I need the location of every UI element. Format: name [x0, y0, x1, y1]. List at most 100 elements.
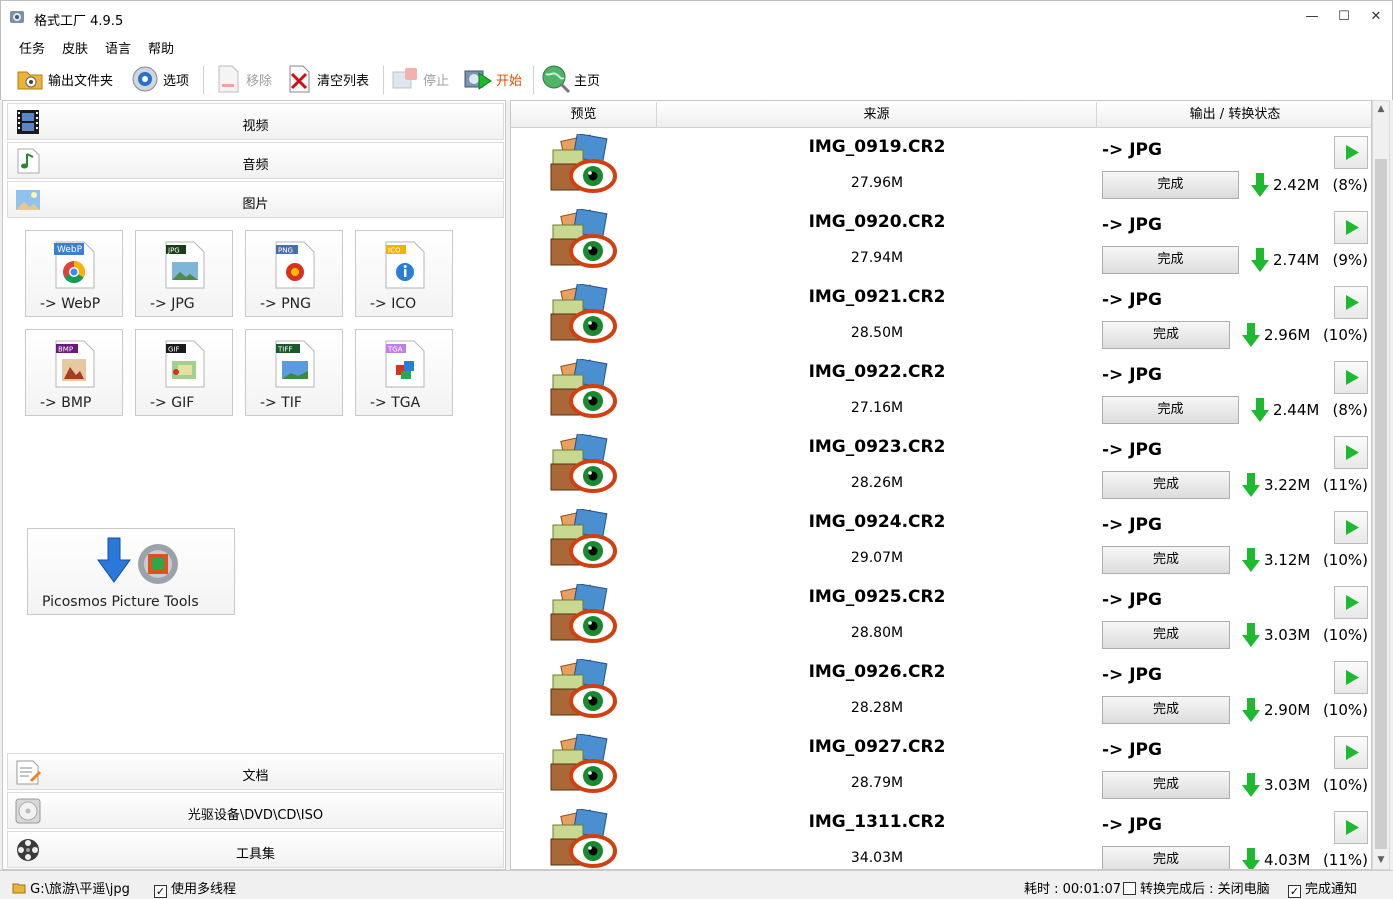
play-button[interactable]	[1334, 436, 1368, 469]
vertical-scrollbar[interactable]: ▲ ▼	[1372, 100, 1390, 870]
scroll-down-icon[interactable]: ▼	[1373, 852, 1389, 869]
task-row[interactable]: IMG_0923.CR2 28.26M -> JPG 完成 3.22M (11%)	[511, 430, 1371, 505]
shutdown-checkbox[interactable]: 转换完成后 : 关闭电脑	[1123, 878, 1270, 897]
menu-language[interactable]: 语言	[105, 38, 131, 57]
category-document[interactable]: 文档	[7, 753, 504, 790]
task-row[interactable]: IMG_1311.CR2 34.03M -> JPG 完成 4.03M (11%)	[511, 805, 1371, 869]
output-size: 3.22M	[1264, 476, 1311, 494]
category-video[interactable]: 视频	[7, 103, 504, 140]
task-row[interactable]: IMG_0927.CR2 28.79M -> JPG 完成 3.03M (10%)	[511, 730, 1371, 805]
column-preview[interactable]: 预览	[511, 102, 657, 128]
play-button[interactable]	[1334, 661, 1368, 694]
play-button[interactable]	[1334, 286, 1368, 319]
column-source[interactable]: 来源	[657, 102, 1097, 128]
output-path[interactable]: G:\旅游\平遥\jpg	[12, 878, 130, 897]
output-path-text: G:\旅游\平遥\jpg	[30, 882, 130, 897]
picosmos-tools-tile[interactable]: Picosmos Picture Tools	[27, 528, 235, 615]
task-row[interactable]: IMG_0920.CR2 27.94M -> JPG 完成 2.74M (9%)	[511, 205, 1371, 280]
format-tile-tif[interactable]: TIFF -> TIF	[245, 329, 343, 416]
clear-list-button[interactable]: 清空列表	[284, 62, 369, 96]
source-filename: IMG_0927.CR2	[808, 737, 946, 757]
play-button[interactable]	[1334, 736, 1368, 769]
task-row[interactable]: IMG_0925.CR2 28.80M -> JPG 完成 3.03M (10%)	[511, 580, 1371, 655]
compression-ratio: (10%)	[1322, 701, 1368, 719]
category-disc[interactable]: 光驱设备\DVD\CD\ISO	[7, 792, 504, 829]
toolbar-divider	[533, 66, 534, 94]
remove-button[interactable]: 移除	[213, 62, 272, 96]
remove-label: 移除	[246, 73, 273, 89]
start-button[interactable]: 开始	[463, 62, 522, 96]
source-size: 28.79M	[850, 775, 904, 791]
task-row[interactable]: IMG_0921.CR2 28.50M -> JPG 完成 2.96M (10%)	[511, 280, 1371, 355]
task-row[interactable]: IMG_0926.CR2 28.28M -> JPG 完成 2.90M (10%)	[511, 655, 1371, 730]
scroll-up-icon[interactable]: ▲	[1373, 101, 1389, 118]
svg-text:WebP: WebP	[57, 245, 83, 255]
menu-skin[interactable]: 皮肤	[62, 38, 88, 57]
toolbar-divider	[203, 66, 204, 94]
source-size: 28.26M	[850, 475, 904, 491]
maximize-button[interactable]: ☐	[1334, 7, 1354, 27]
picosmos-label: Picosmos Picture Tools	[42, 594, 199, 610]
ico-file-icon: ICO	[385, 241, 425, 289]
source-filename: IMG_0922.CR2	[808, 362, 946, 382]
status-button[interactable]: 完成	[1102, 471, 1230, 499]
category-tools[interactable]: 工具集	[7, 831, 504, 868]
format-tile-jpg[interactable]: JPG -> JPG	[135, 230, 233, 317]
output-size: 3.03M	[1264, 776, 1311, 794]
picosmos-thumbnail-icon	[550, 509, 617, 568]
category-picture[interactable]: 图片	[7, 181, 504, 218]
home-button[interactable]: 主页	[541, 62, 600, 96]
source-size: 34.03M	[850, 850, 904, 866]
menu-task[interactable]: 任务	[19, 38, 45, 57]
play-button[interactable]	[1334, 811, 1368, 844]
play-button[interactable]	[1334, 586, 1368, 619]
close-button[interactable]: ✕	[1366, 7, 1386, 27]
compression-ratio: (9%)	[1332, 251, 1368, 269]
status-button[interactable]: 完成	[1102, 321, 1230, 349]
menu-help[interactable]: 帮助	[148, 38, 174, 57]
format-tile-png[interactable]: PNG -> PNG	[245, 230, 343, 317]
minimize-button[interactable]: —	[1302, 7, 1322, 27]
stop-button[interactable]: 停止	[390, 62, 449, 96]
clear-list-label: 清空列表	[317, 73, 370, 89]
scroll-thumb[interactable]	[1375, 159, 1387, 849]
format-tile-ico[interactable]: ICO -> ICO	[355, 230, 453, 317]
source-filename: IMG_0920.CR2	[808, 212, 946, 232]
task-row[interactable]: IMG_0919.CR2 27.96M -> JPG 完成 2.42M (8%)	[511, 130, 1371, 205]
clear-list-icon	[284, 64, 314, 94]
status-button[interactable]: 完成	[1102, 621, 1230, 649]
output-format: -> JPG	[1102, 290, 1162, 310]
status-button[interactable]: 完成	[1102, 246, 1239, 274]
format-tile-bmp[interactable]: BMP -> BMP	[25, 329, 123, 416]
status-button[interactable]: 完成	[1102, 171, 1239, 199]
format-tile-webp[interactable]: WebP -> WebP	[25, 230, 123, 317]
source-size: 28.50M	[850, 325, 904, 341]
notify-checkbox[interactable]: ✓ 完成通知	[1288, 878, 1357, 898]
status-button[interactable]: 完成	[1102, 771, 1230, 799]
format-tile-tga[interactable]: TGA -> TGA	[355, 329, 453, 416]
window-title: 格式工厂 4.9.5	[34, 14, 124, 29]
multithread-checkbox[interactable]: ✓ 使用多线程	[154, 878, 236, 898]
play-button[interactable]	[1334, 211, 1368, 244]
output-folder-button[interactable]: 输出文件夹	[15, 62, 113, 96]
play-button[interactable]	[1334, 511, 1368, 544]
status-button[interactable]: 完成	[1102, 546, 1230, 574]
status-button[interactable]: 完成	[1102, 696, 1230, 724]
category-audio[interactable]: 音频	[7, 142, 504, 179]
status-button[interactable]: 完成	[1102, 396, 1239, 424]
status-button[interactable]: 完成	[1102, 846, 1230, 869]
column-output[interactable]: 输出 / 转换状态	[1097, 102, 1371, 128]
play-icon	[1346, 745, 1359, 760]
play-icon	[1346, 670, 1359, 685]
format-tile-gif[interactable]: GIF -> GIF	[135, 329, 233, 416]
output-size: 2.90M	[1264, 701, 1311, 719]
options-button[interactable]: 选项	[130, 62, 189, 96]
play-button[interactable]	[1334, 361, 1368, 394]
task-row[interactable]: IMG_0922.CR2 27.16M -> JPG 完成 2.44M (8%)	[511, 355, 1371, 430]
play-button[interactable]	[1334, 136, 1368, 169]
category-disc-label: 光驱设备\DVD\CD\ISO	[187, 808, 324, 823]
source-size: 28.28M	[850, 700, 904, 716]
checkmark-icon: ✓	[154, 885, 167, 898]
task-row[interactable]: IMG_0924.CR2 29.07M -> JPG 完成 3.12M (10%)	[511, 505, 1371, 580]
tga-file-icon: TGA	[385, 340, 425, 388]
